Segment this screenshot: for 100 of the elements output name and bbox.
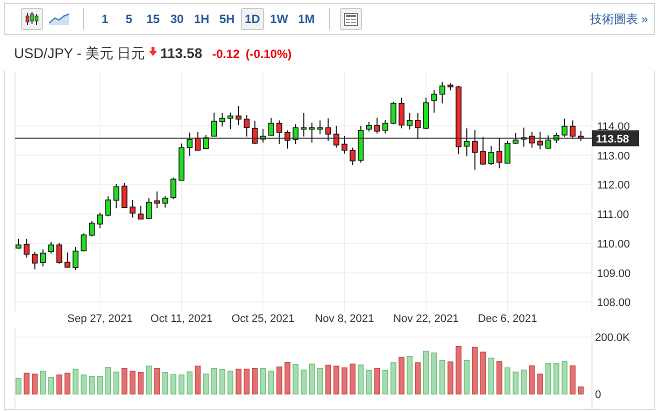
- volume-bar: [292, 364, 298, 394]
- candlestick: [122, 182, 128, 208]
- volume-bar: [16, 378, 22, 394]
- price-axis-label: 108.00: [597, 297, 631, 310]
- interval-tab[interactable]: 1M: [294, 8, 319, 30]
- candlestick: [448, 82, 454, 91]
- volume-bar: [130, 370, 136, 394]
- volume-bar: [333, 366, 340, 394]
- volume-bar: [48, 377, 54, 394]
- candlestick: [244, 114, 250, 137]
- candlestick: [545, 134, 552, 149]
- date-axis-label: Nov 8, 2021: [314, 313, 374, 325]
- candlestick: [350, 147, 356, 166]
- volume-bar: [512, 372, 519, 394]
- volume-bar: [236, 368, 242, 394]
- candlestick: [300, 112, 307, 137]
- volume-bar: [309, 364, 315, 394]
- candlestick: [194, 131, 201, 151]
- chart-type-button[interactable]: [21, 8, 43, 30]
- candlestick: [186, 132, 193, 156]
- volume-bar: [317, 368, 323, 394]
- volume-axis-label: 0: [595, 389, 602, 401]
- candlestick: [398, 97, 404, 129]
- interval-tab[interactable]: 30: [166, 8, 188, 30]
- volume-bar: [342, 367, 348, 394]
- volume-bar: [350, 364, 356, 394]
- date-axis-label: Oct 25, 2021: [232, 313, 294, 325]
- technical-chart-link[interactable]: 技術圖表 »: [590, 10, 648, 28]
- volume-bar: [464, 360, 470, 394]
- candlestick: [488, 145, 494, 166]
- price-axis-label: 111.00: [597, 209, 630, 222]
- volume-bar: [284, 362, 290, 394]
- volume-bar: [88, 376, 95, 394]
- candlestick: [260, 128, 266, 144]
- candlestick: [56, 242, 62, 264]
- volume-bar: [72, 368, 78, 394]
- candlestick: [211, 112, 217, 137]
- candlestick: [382, 120, 388, 134]
- candlestick: [16, 238, 22, 250]
- volume-bar: [105, 367, 112, 394]
- interval-tab[interactable]: 1H: [190, 8, 214, 30]
- volume-bar: [276, 366, 282, 394]
- volume-bar: [570, 365, 576, 394]
- candlestick: [456, 85, 462, 155]
- candlestick: [252, 120, 258, 145]
- price-axis-label: 110.00: [597, 238, 630, 250]
- interval-tab[interactable]: 5H: [215, 8, 239, 30]
- volume-bar: [398, 356, 404, 394]
- candlestick: [390, 101, 396, 125]
- candlestick: [406, 112, 413, 130]
- interval-tab[interactable]: 15: [142, 8, 164, 30]
- price-axis-label: 113.00: [597, 150, 630, 162]
- candlestick: [537, 131, 543, 150]
- interval-tab[interactable]: 5: [118, 8, 140, 30]
- volume-bar: [268, 370, 274, 394]
- price-value: 113.58: [160, 45, 202, 61]
- candlestick: [333, 125, 340, 148]
- candlestick: [553, 132, 560, 144]
- interval-tab[interactable]: 1D: [240, 8, 264, 30]
- volume-bar: [448, 361, 454, 394]
- layout-button[interactable]: [340, 8, 362, 30]
- volume-bar: [113, 372, 120, 394]
- interval-tab[interactable]: 1W: [266, 8, 292, 30]
- volume-bar: [64, 372, 70, 394]
- candlestick: [325, 118, 332, 142]
- volume-bar: [545, 363, 552, 394]
- candlestick: [203, 134, 209, 150]
- volume-bar: [122, 368, 128, 394]
- date-axis-label: Oct 11, 2021: [150, 313, 213, 325]
- volume-bar: [154, 368, 160, 394]
- candlestick: [236, 105, 242, 126]
- candlestick: [578, 130, 584, 142]
- volume-bar: [211, 368, 217, 394]
- candlestick: [562, 118, 568, 138]
- price-axis-label: 109.00: [597, 268, 631, 280]
- volume-bar: [40, 370, 46, 394]
- volume-bar: [374, 368, 380, 394]
- candlestick: [570, 120, 576, 140]
- volume-bar: [406, 356, 413, 394]
- candlestick-icon: [25, 12, 39, 26]
- date-axis-label: Nov 22, 2021: [393, 313, 459, 325]
- candlestick: [366, 121, 372, 132]
- candlestick: [228, 112, 234, 130]
- candlestick: [268, 118, 274, 136]
- volume-bar: [520, 370, 527, 394]
- volume-bar: [80, 374, 87, 394]
- price-change: -0.12: [212, 47, 240, 61]
- volume-bar: [431, 352, 438, 394]
- volume-bar: [553, 363, 560, 394]
- candlestick: [292, 124, 298, 145]
- volume-bar: [252, 368, 258, 394]
- candlestick: [276, 120, 282, 145]
- candlestick: [358, 125, 364, 164]
- interval-tab[interactable]: 1: [94, 8, 116, 30]
- volume-bar: [578, 386, 584, 394]
- candlestick: [374, 117, 380, 134]
- candlestick: [64, 252, 70, 268]
- candlestick: [496, 137, 502, 169]
- volume-bar: [219, 369, 226, 394]
- volume-bar: [300, 370, 307, 394]
